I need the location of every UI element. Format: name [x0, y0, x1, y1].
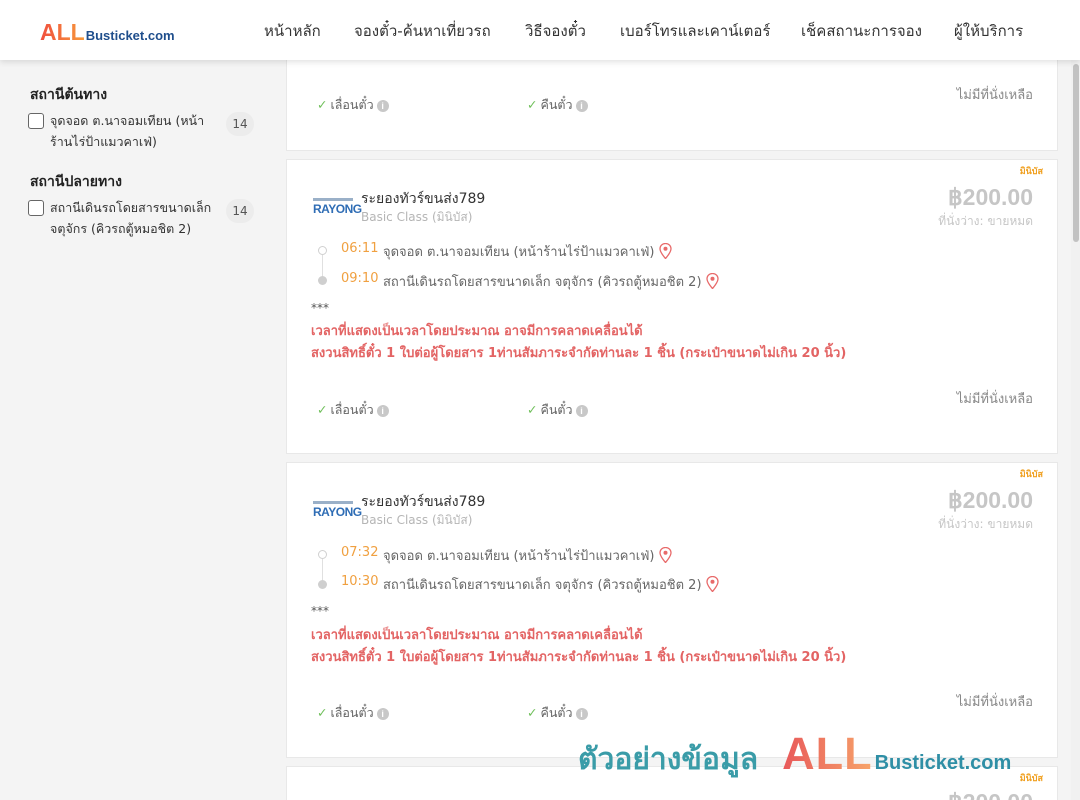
check-icon: ✓	[527, 402, 538, 417]
main-nav: หน้าหลัก จองตั๋ว-ค้นหาเที่ยวรถ วิธีจองตั…	[0, 19, 1080, 43]
operator-logo: RAYONG	[313, 501, 362, 521]
trip-note-time: เวลาที่แสดงเป็นเวลาโดยประมาณ อาจมีการคลา…	[311, 628, 643, 643]
operator-name: ระยองทัวร์ขนส่ง789	[361, 191, 486, 207]
nav-check-status[interactable]: เช็คสถานะการจอง	[801, 19, 922, 43]
nav-how-to-book[interactable]: วิธีจองตั๋ว	[525, 19, 586, 43]
reschedule-option[interactable]: ✓ เลื่อนตั๋ว i	[317, 703, 389, 723]
origin-filter-label[interactable]: จุดจอด ต.นาจอมเทียน (หน้าร้านไร่ป้าแมวคา…	[50, 110, 220, 152]
arrival-time: 09:10	[341, 271, 379, 286]
operator-name: ระยองทัวร์ขนส่ง789	[361, 494, 486, 510]
destination-filter-heading: สถานีปลายทาง	[30, 174, 122, 190]
trip-note-time: เวลาที่แสดงเป็นเวลาโดยประมาณ อาจมีการคลา…	[311, 324, 643, 339]
page-scrollbar-thumb[interactable]	[1073, 64, 1079, 242]
map-pin-icon[interactable]	[705, 576, 719, 592]
watermark-all-text: ALL	[782, 728, 873, 779]
info-icon[interactable]: i	[376, 708, 389, 720]
reschedule-option[interactable]: ✓ เลื่อนตั๋ว i	[317, 95, 389, 115]
nav-phone-counter[interactable]: เบอร์โทรและเคาน์เตอร์	[620, 19, 770, 43]
refund-option[interactable]: ✓ คืนตั๋ว i	[527, 703, 588, 723]
bus-type-badge: มินิบัส	[1019, 167, 1043, 177]
map-pin-icon[interactable]	[705, 273, 719, 289]
arrival-stop: สถานีเดินรถโดยสารขนาดเล็ก จตุจักร (คิวรถ…	[383, 271, 719, 292]
route-line	[322, 559, 323, 581]
arrival-dot-icon	[318, 276, 327, 285]
departure-dot-icon	[318, 550, 327, 559]
ticket-price: ฿200.00	[948, 184, 1033, 210]
watermark-sample-text: ตัวอย่างข้อมูล	[578, 742, 759, 777]
trip-note-luggage: สงวนสิทธิ์ตั๋ว 1 ใบต่อผู้โดยสาร 1ท่านสัม…	[311, 346, 847, 361]
filter-sidebar: สถานีต้นทาง จุดจอด ต.นาจอมเทียน (หน้าร้า…	[0, 60, 275, 800]
nav-providers[interactable]: ผู้ให้บริการ	[954, 19, 1023, 43]
departure-stop: จุดจอด ต.นาจอมเทียน (หน้าร้านไร่ป้าแมวคา…	[383, 241, 672, 262]
departure-time: 06:11	[341, 241, 379, 256]
seat-availability: ที่นั่งว่าง: ขายหมด	[938, 214, 1033, 228]
map-pin-icon[interactable]	[658, 547, 672, 563]
destination-filter-checkbox[interactable]	[28, 200, 44, 216]
note-stars: ***	[311, 301, 329, 315]
no-seat-status: ไม่มีที่นั่งเหลือ	[956, 695, 1033, 710]
watermark-busticket-text: Busticket.com	[874, 752, 1012, 774]
trip-card-partial-top: ✓ เลื่อนตั๋ว i ✓ คืนตั๋ว i ไม่มีที่นั่งเหลือ	[286, 60, 1058, 151]
arrival-stop: สถานีเดินรถโดยสารขนาดเล็ก จตุจักร (คิวรถ…	[383, 574, 719, 595]
departure-stop: จุดจอด ต.นาจอมเทียน (หน้าร้านไร่ป้าแมวคา…	[383, 545, 672, 566]
destination-filter-label[interactable]: สถานีเดินรถโดยสารขนาดเล็ก จตุจักร (คิวรถ…	[50, 197, 220, 239]
seat-availability: ที่นั่งว่าง: ขายหมด	[938, 517, 1033, 531]
departure-time: 07:32	[341, 545, 379, 560]
refund-option[interactable]: ✓ คืนตั๋ว i	[527, 400, 588, 420]
reschedule-option[interactable]: ✓ เลื่อนตั๋ว i	[317, 400, 389, 420]
info-icon[interactable]: i	[376, 405, 389, 417]
ticket-price: ฿200.00	[948, 789, 1033, 800]
trip-card[interactable]: มินิบัส RAYONG ระยองทัวร์ขนส่ง789 Basic …	[286, 462, 1058, 758]
info-icon[interactable]: i	[575, 405, 588, 417]
sample-data-watermark: ตัวอย่างข้อมูล ALL Busticket.com	[578, 728, 1011, 780]
departure-dot-icon	[318, 246, 327, 255]
site-header: ALL Busticket.com หน้าหลัก จองตั๋ว-ค้นหา…	[0, 0, 1080, 60]
info-icon[interactable]: i	[376, 100, 389, 112]
trip-note-luggage: สงวนสิทธิ์ตั๋ว 1 ใบต่อผู้โดยสาร 1ท่านสัม…	[311, 650, 847, 665]
bus-type-badge: มินิบัส	[1019, 774, 1043, 784]
bus-class: Basic Class (มินิบัส)	[361, 210, 473, 224]
map-pin-icon[interactable]	[658, 243, 672, 259]
trip-card[interactable]: มินิบัส RAYONG ระยองทัวร์ขนส่ง789 Basic …	[286, 159, 1058, 454]
bus-class: Basic Class (มินิบัส)	[361, 513, 473, 527]
info-icon[interactable]: i	[575, 100, 588, 112]
no-seat-status: ไม่มีที่นั่งเหลือ	[956, 88, 1033, 103]
no-seat-status: ไม่มีที่นั่งเหลือ	[956, 392, 1033, 407]
info-icon[interactable]: i	[575, 708, 588, 720]
arrival-dot-icon	[318, 580, 327, 589]
check-icon: ✓	[527, 705, 538, 720]
refund-option[interactable]: ✓ คืนตั๋ว i	[527, 95, 588, 115]
ticket-price: ฿200.00	[948, 487, 1033, 513]
check-icon: ✓	[527, 97, 538, 112]
note-stars: ***	[311, 604, 329, 618]
destination-filter-count: 14	[226, 199, 254, 223]
origin-filter-heading: สถานีต้นทาง	[30, 87, 108, 103]
origin-filter-count: 14	[226, 112, 254, 136]
origin-filter-checkbox[interactable]	[28, 113, 44, 129]
nav-book-search[interactable]: จองตั๋ว-ค้นหาเที่ยวรถ	[354, 19, 491, 43]
nav-home[interactable]: หน้าหลัก	[264, 19, 321, 43]
check-icon: ✓	[317, 705, 328, 720]
arrival-time: 10:30	[341, 574, 379, 589]
check-icon: ✓	[317, 97, 328, 112]
check-icon: ✓	[317, 402, 328, 417]
route-line	[322, 255, 323, 277]
bus-type-badge: มินิบัส	[1019, 470, 1043, 480]
operator-logo: RAYONG	[313, 198, 362, 218]
